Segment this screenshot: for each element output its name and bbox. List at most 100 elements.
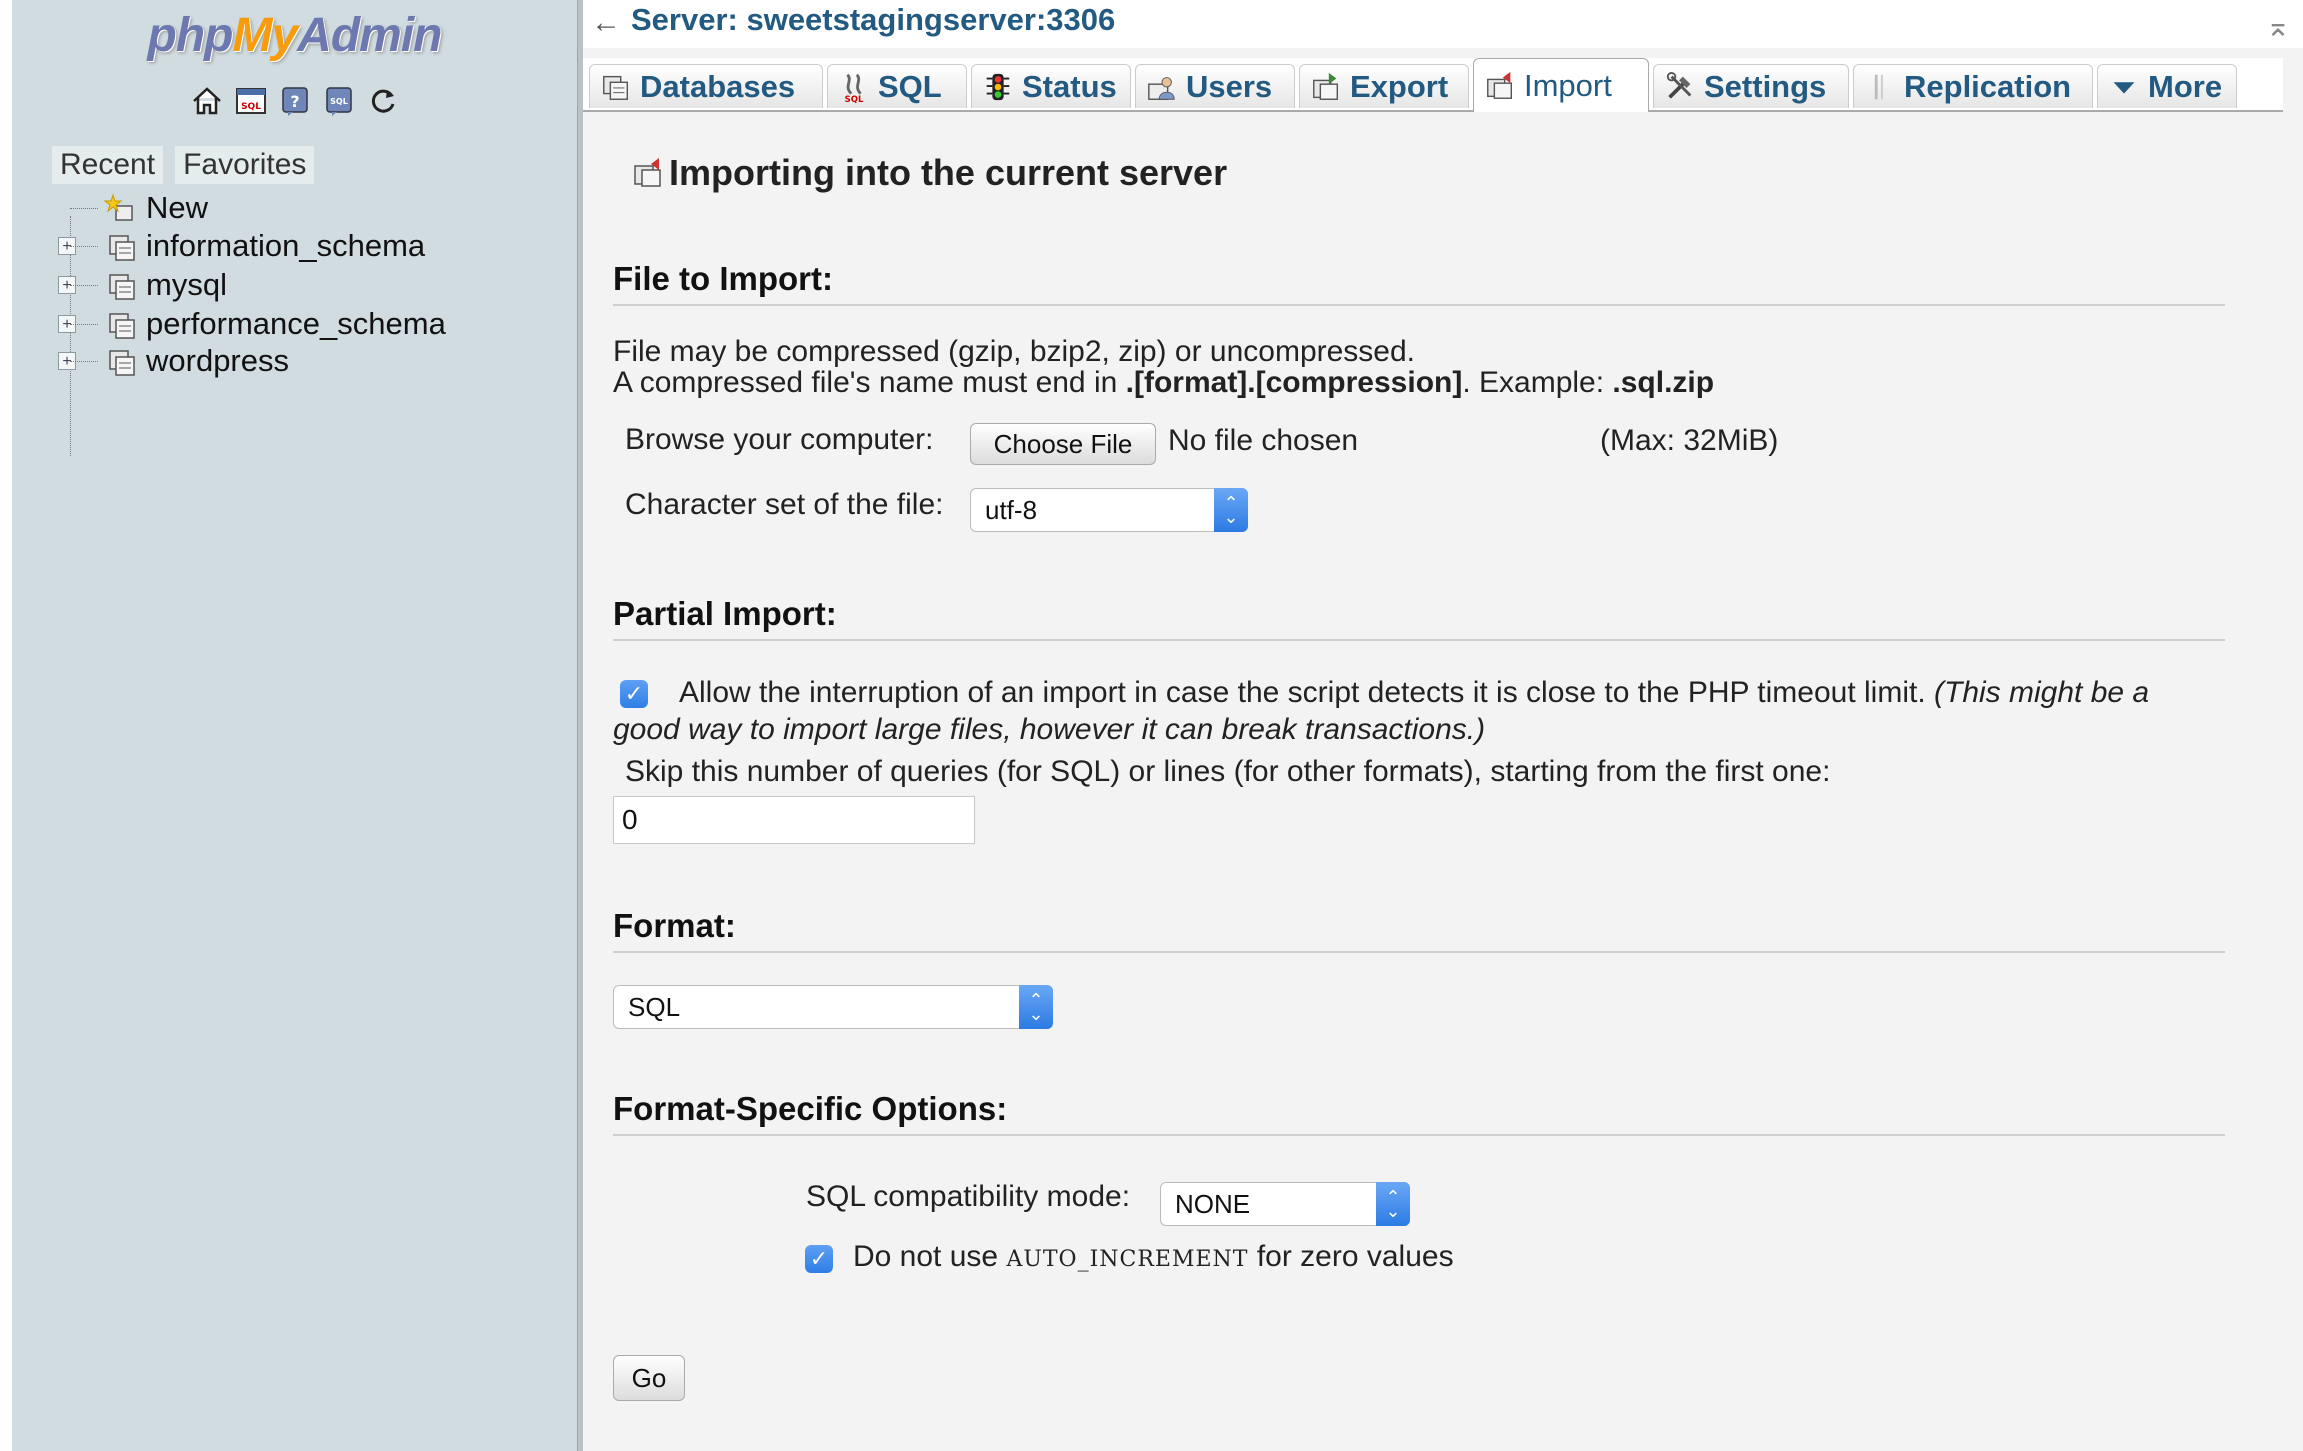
- main-panel: ← Server: sweetstagingserver:3306 ⌅ Data…: [583, 0, 2303, 1451]
- format-options-heading: Format-Specific Options:: [613, 1090, 2225, 1136]
- import-icon: [634, 158, 661, 187]
- database-icon: [109, 235, 135, 261]
- docs-icon[interactable]: ?: [278, 84, 312, 118]
- no-auto-increment-prefix: Do not use: [853, 1240, 1007, 1273]
- recent-favorites-tabs: Recent Favorites: [52, 146, 315, 184]
- tab-sql[interactable]: SQL SQL: [827, 64, 967, 108]
- page-title-text: Importing into the current server: [669, 152, 1228, 193]
- export-icon: [1313, 72, 1338, 100]
- new-database-icon: [104, 193, 133, 221]
- sql-compat-label: SQL compatibility mode:: [806, 1180, 1131, 1213]
- no-auto-increment-suffix: for zero values: [1248, 1240, 1454, 1273]
- back-arrow-icon[interactable]: ←: [589, 6, 623, 40]
- tab-label: SQL: [878, 68, 942, 104]
- tab-label: Users: [1186, 68, 1273, 104]
- compression-format: .[format].[compression]: [1125, 366, 1463, 399]
- collapse-icon[interactable]: ⌅: [2261, 10, 2295, 44]
- select-arrows-icon: ⌃ ⌄: [1019, 985, 1053, 1029]
- tab-recent[interactable]: Recent: [52, 146, 164, 184]
- tab-label: Import: [1524, 67, 1612, 103]
- sql-compat-select[interactable]: NONE ⌃ ⌄: [1160, 1182, 1410, 1226]
- tree-branch: [70, 361, 98, 362]
- sql-docs-icon[interactable]: SQL: [322, 84, 356, 118]
- tab-label: Status: [1022, 68, 1117, 104]
- status-icon: [986, 73, 1010, 100]
- tab-label: Export: [1350, 68, 1449, 104]
- charset-label: Character set of the file:: [625, 488, 944, 521]
- compression-example-middle: . Example:: [1462, 366, 1613, 399]
- tab-replication[interactable]: Replication: [1853, 64, 2093, 108]
- tree-branch: [70, 208, 98, 209]
- chevron-down-icon: [2113, 81, 2135, 94]
- no-auto-increment-text: Do not use AUTO_INCREMENT for zero value…: [853, 1240, 1454, 1274]
- charset-select[interactable]: utf-8 ⌃ ⌄: [970, 488, 1248, 532]
- users-icon: [1148, 76, 1175, 100]
- server-breadcrumb-link[interactable]: Server: sweetstagingserver:3306: [631, 2, 1115, 38]
- tab-label: Databases: [640, 68, 796, 104]
- sql-compat-value: NONE: [1175, 1188, 1251, 1219]
- no-auto-increment-checkbox[interactable]: ✓: [805, 1245, 833, 1273]
- skip-queries-label: Skip this number of queries (for SQL) or…: [625, 755, 1831, 788]
- svg-text:SQL: SQL: [330, 97, 348, 106]
- tab-favorites[interactable]: Favorites: [175, 146, 315, 184]
- phpmyadmin-logo[interactable]: phpMyAdmin: [12, 8, 577, 63]
- allow-interrupt-checkbox[interactable]: ✓: [620, 680, 648, 708]
- browse-label: Browse your computer:: [625, 423, 934, 456]
- max-upload-size: (Max: 32MiB): [1600, 424, 1779, 457]
- select-arrows-icon: ⌃ ⌄: [1376, 1182, 1410, 1226]
- choose-file-button[interactable]: Choose File: [970, 423, 1156, 465]
- home-icon[interactable]: [190, 84, 224, 118]
- tab-status[interactable]: Status: [971, 64, 1131, 108]
- allow-interrupt-text: Allow the interruption of an import in c…: [679, 676, 2149, 710]
- format-value: SQL: [628, 991, 681, 1022]
- format-heading: Format:: [613, 907, 2225, 953]
- tree-label-new[interactable]: New: [146, 190, 208, 226]
- import-icon: [1487, 71, 1512, 99]
- tab-settings[interactable]: Settings: [1653, 64, 1849, 108]
- allow-interrupt-note: (This might be a: [1934, 676, 2150, 709]
- tab-label: Replication: [1904, 68, 2072, 104]
- svg-text:?: ?: [290, 92, 299, 111]
- database-name[interactable]: wordpress: [146, 343, 289, 379]
- tab-export[interactable]: Export: [1299, 64, 1469, 108]
- compression-example-prefix: A compressed file's name must end in: [613, 366, 1126, 399]
- reload-icon[interactable]: [366, 84, 400, 118]
- compression-example-file: .sql.zip: [1612, 366, 1715, 399]
- file-to-import-heading: File to Import:: [613, 260, 2225, 306]
- tree-branch: [70, 285, 98, 286]
- database-name[interactable]: performance_schema: [146, 306, 446, 342]
- database-icon: [603, 75, 628, 100]
- database-name[interactable]: mysql: [146, 267, 227, 303]
- replication-icon: [1874, 74, 1883, 99]
- navigation-sidebar: phpMyAdmin SQL ? SQL Recent Favorites Ne…: [12, 0, 577, 1451]
- go-button[interactable]: Go: [613, 1355, 685, 1401]
- charset-value: utf-8: [985, 494, 1038, 525]
- tab-more[interactable]: More: [2097, 64, 2237, 108]
- svg-text:SQL: SQL: [845, 94, 864, 103]
- tab-databases[interactable]: Databases: [589, 64, 823, 108]
- quick-links: SQL ? SQL: [12, 84, 577, 118]
- no-file-chosen: No file chosen: [1168, 424, 1359, 457]
- select-arrows-icon: ⌃ ⌄: [1214, 488, 1248, 532]
- sql-query-icon[interactable]: SQL: [234, 84, 268, 118]
- tab-users[interactable]: Users: [1135, 64, 1295, 108]
- settings-icon: [1666, 71, 1692, 99]
- tab-import[interactable]: Import: [1473, 58, 1649, 112]
- tab-label: More: [2148, 68, 2223, 104]
- partial-import-heading: Partial Import:: [613, 595, 2225, 641]
- compression-info: File may be compressed (gzip, bzip2, zip…: [613, 335, 1416, 368]
- compression-example: A compressed file's name must end in .[f…: [613, 366, 1714, 400]
- tab-label: Settings: [1704, 68, 1827, 104]
- allow-interrupt-note-cont: good way to import large files, however …: [613, 713, 1486, 746]
- breadcrumb: ← Server: sweetstagingserver:3306 ⌅: [583, 0, 2303, 48]
- auto-increment-code: AUTO_INCREMENT: [1006, 1247, 1249, 1272]
- svg-text:SQL: SQL: [241, 102, 261, 112]
- database-icon: [109, 313, 135, 339]
- skip-queries-input[interactable]: 0: [613, 796, 975, 844]
- format-select[interactable]: SQL ⌃ ⌄: [613, 985, 1053, 1029]
- allow-interrupt-label: Allow the interruption of an import in c…: [679, 676, 1926, 709]
- sql-icon: SQL: [845, 73, 864, 103]
- database-name[interactable]: information_schema: [146, 228, 425, 264]
- database-icon: [109, 350, 135, 376]
- database-icon: [109, 274, 135, 300]
